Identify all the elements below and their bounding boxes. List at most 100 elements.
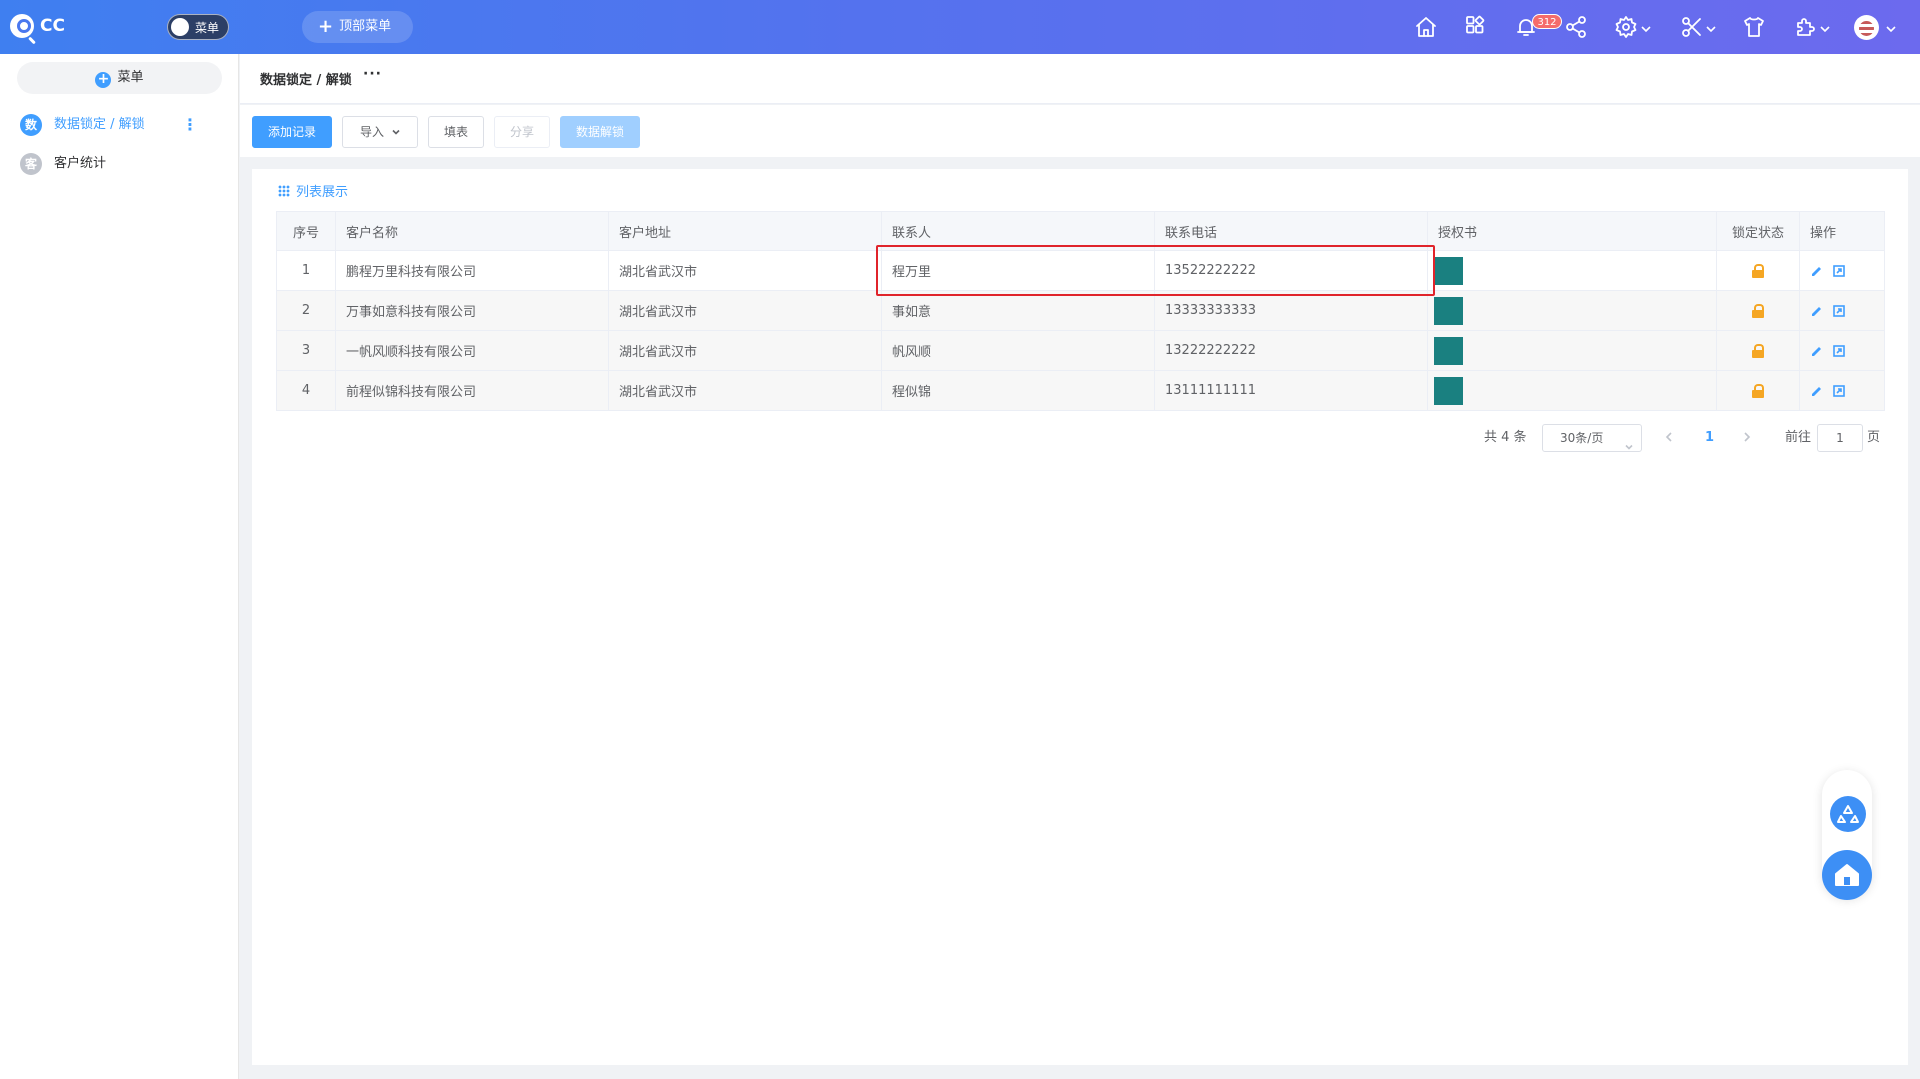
page-number-current[interactable]: 1 bbox=[1705, 424, 1714, 452]
view-detail-icon[interactable] bbox=[1832, 344, 1846, 358]
list-panel: 列表展示 序号 客户名称 客户地址 联系人 联系电话 授权书 锁定状态 操作 1… bbox=[252, 169, 1908, 1065]
column-header[interactable]: 客户名称 bbox=[335, 211, 609, 251]
contact-person: 事如意 bbox=[881, 290, 1155, 331]
plugin-icon[interactable] bbox=[1794, 15, 1818, 39]
actions-cell bbox=[1799, 290, 1885, 331]
home-icon[interactable] bbox=[1414, 15, 1438, 39]
prev-page-icon[interactable] bbox=[1664, 431, 1674, 443]
table-row[interactable]: 3 一帆风顺科技有限公司 湖北省武汉市 帆风顺 13222222222 bbox=[276, 330, 1885, 371]
share-icon[interactable] bbox=[1564, 15, 1588, 39]
contact-person: 程万里 bbox=[881, 250, 1155, 291]
sidebar-item-customer-stats[interactable]: 客 客户统计 bbox=[20, 152, 220, 176]
actions-cell bbox=[1799, 250, 1885, 291]
plus-circle-icon: + bbox=[95, 72, 112, 88]
column-header[interactable]: 联系电话 bbox=[1154, 211, 1428, 251]
edit-icon[interactable] bbox=[1810, 264, 1824, 278]
plus-icon: + bbox=[318, 16, 334, 37]
chevron-down-icon[interactable] bbox=[1641, 22, 1651, 33]
chevron-down-icon[interactable] bbox=[1820, 22, 1830, 33]
lock-icon[interactable] bbox=[1751, 383, 1765, 398]
shirt-icon[interactable] bbox=[1742, 15, 1766, 39]
edit-icon[interactable] bbox=[1810, 344, 1824, 358]
goto-suffix: 页 bbox=[1867, 430, 1881, 445]
edit-icon[interactable] bbox=[1810, 304, 1824, 318]
actions-cell bbox=[1799, 330, 1885, 371]
customer-name: 前程似锦科技有限公司 bbox=[335, 370, 609, 411]
column-header[interactable]: 联系人 bbox=[881, 211, 1155, 251]
page-size-select[interactable]: 30条/页 bbox=[1542, 424, 1642, 452]
table-header-row: 序号 客户名称 客户地址 联系人 联系电话 授权书 锁定状态 操作 bbox=[276, 211, 1885, 251]
customer-address: 湖北省武汉市 bbox=[608, 370, 882, 411]
top-menu-button[interactable]: + 顶部菜单 bbox=[302, 11, 413, 43]
menu-toggle-label: 菜单 bbox=[195, 21, 220, 35]
add-record-button[interactable]: 添加记录 bbox=[252, 116, 332, 148]
table-row[interactable]: 1 鹏程万里科技有限公司 湖北省武汉市 程万里 13522222222 bbox=[276, 250, 1885, 291]
view-detail-icon[interactable] bbox=[1832, 264, 1846, 278]
data-unlock-button[interactable]: 数据解锁 bbox=[560, 116, 640, 148]
menu-toggle-switch[interactable]: 菜单 bbox=[167, 14, 229, 40]
customer-address: 湖北省武汉市 bbox=[608, 330, 882, 371]
notification-badge: 312 bbox=[1532, 14, 1562, 29]
gear-icon[interactable] bbox=[1614, 15, 1638, 39]
list-view-tab[interactable]: 列表展示 bbox=[278, 181, 348, 200]
lock-icon[interactable] bbox=[1751, 263, 1765, 278]
scissors-icon[interactable] bbox=[1680, 15, 1704, 39]
chevron-down-icon[interactable] bbox=[1886, 22, 1896, 33]
goto-page-input[interactable]: 1 bbox=[1817, 424, 1863, 452]
contact-person: 程似锦 bbox=[881, 370, 1155, 411]
customer-address: 湖北省武汉市 bbox=[608, 250, 882, 291]
share-button[interactable]: 分享 bbox=[494, 116, 550, 148]
authorization-image[interactable] bbox=[1434, 336, 1463, 365]
app-title: CC bbox=[40, 16, 65, 36]
fill-form-button[interactable]: 填表 bbox=[428, 116, 484, 148]
more-horizontal-icon[interactable]: ··· bbox=[363, 66, 382, 82]
row-number: 4 bbox=[276, 370, 336, 411]
column-header[interactable]: 锁定状态 bbox=[1716, 211, 1800, 251]
table-row[interactable]: 2 万事如意科技有限公司 湖北省武汉市 事如意 13333333333 bbox=[276, 290, 1885, 331]
goto-prefix: 前往 bbox=[1785, 430, 1812, 445]
import-dropdown-button[interactable]: 导入 bbox=[342, 116, 418, 148]
lock-icon[interactable] bbox=[1751, 303, 1765, 318]
edit-icon[interactable] bbox=[1810, 384, 1824, 398]
breadcrumb: 数据锁定 / 解锁 ··· bbox=[240, 54, 1920, 104]
row-number: 1 bbox=[276, 250, 336, 291]
sidebar-item-label: 数据锁定 / 解锁 bbox=[54, 117, 145, 132]
sidebar-item-data-lock[interactable]: 数 数据锁定 / 解锁 ⋮ bbox=[20, 113, 220, 137]
lock-status-cell bbox=[1716, 370, 1800, 411]
home-floating-icon[interactable] bbox=[1822, 850, 1872, 900]
lock-status-cell bbox=[1716, 250, 1800, 291]
row-number: 3 bbox=[276, 330, 336, 371]
customer-name: 万事如意科技有限公司 bbox=[335, 290, 609, 331]
pagination-total: 共 4 条 bbox=[1484, 430, 1527, 445]
table-row[interactable]: 4 前程似锦科技有限公司 湖北省武汉市 程似锦 13111111111 bbox=[276, 370, 1885, 411]
chevron-down-icon[interactable] bbox=[1706, 22, 1716, 33]
user-avatar[interactable] bbox=[1854, 15, 1879, 40]
lock-icon[interactable] bbox=[1751, 343, 1765, 358]
authorization-cell bbox=[1427, 250, 1717, 291]
customer-address: 湖北省武汉市 bbox=[608, 290, 882, 331]
column-header[interactable]: 操作 bbox=[1799, 211, 1885, 251]
column-header[interactable]: 序号 bbox=[276, 211, 336, 251]
column-header[interactable]: 客户地址 bbox=[608, 211, 882, 251]
apps-icon[interactable] bbox=[1464, 15, 1488, 39]
lock-status-cell bbox=[1716, 330, 1800, 371]
column-header[interactable]: 授权书 bbox=[1427, 211, 1717, 251]
page-size-value: 30条/页 bbox=[1560, 431, 1604, 445]
authorization-cell bbox=[1427, 370, 1717, 411]
next-page-icon[interactable] bbox=[1742, 431, 1752, 443]
authorization-image[interactable] bbox=[1434, 296, 1463, 325]
import-label: 导入 bbox=[359, 125, 384, 139]
view-detail-icon[interactable] bbox=[1832, 304, 1846, 318]
more-vertical-icon[interactable]: ⋮ bbox=[182, 113, 198, 137]
sidebar-menu-button[interactable]: + 菜单 bbox=[17, 62, 222, 94]
sidebar-item-badge: 客 bbox=[20, 153, 42, 175]
contact-phone: 13222222222 bbox=[1154, 330, 1428, 371]
app-logo-icon[interactable] bbox=[10, 14, 36, 45]
toggle-knob bbox=[171, 18, 189, 36]
view-detail-icon[interactable] bbox=[1832, 384, 1846, 398]
recycle-icon[interactable] bbox=[1830, 796, 1866, 832]
contact-phone: 13522222222 bbox=[1154, 250, 1428, 291]
customer-name: 鹏程万里科技有限公司 bbox=[335, 250, 609, 291]
authorization-image[interactable] bbox=[1434, 376, 1463, 405]
authorization-image[interactable] bbox=[1434, 256, 1463, 285]
